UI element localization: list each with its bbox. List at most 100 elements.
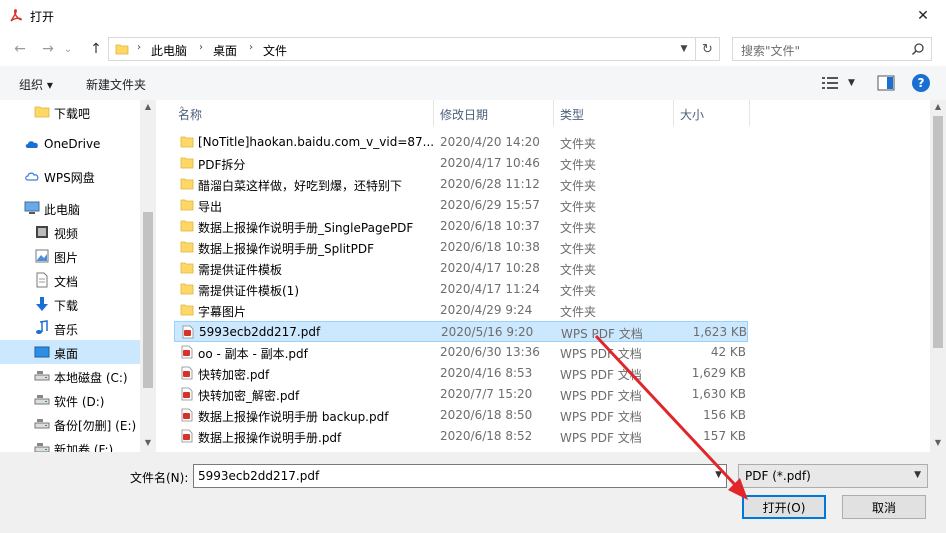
search-icon [911,43,924,56]
filename-value: 5993ecb2dd217.pdf [198,469,320,483]
drive-icon [34,419,50,429]
view-options-icon[interactable] [822,76,838,90]
filename-input[interactable]: 5993ecb2dd217.pdf ▼ [193,464,727,488]
sidebar-item[interactable]: OneDrive [0,132,140,156]
cancel-button[interactable]: 取消 [842,495,926,519]
back-arrow-icon: ← [14,41,26,57]
pdf-file-icon [181,429,193,443]
pdf-file-icon [182,325,194,339]
column-header-date[interactable]: 修改日期 [434,100,554,126]
open-button[interactable]: 打开(O) [742,495,826,519]
cancel-button-label: 取消 [871,500,896,515]
breadcrumb-item[interactable]: 此电脑 [151,42,187,59]
sidebar-item[interactable]: 软件 (D:) [0,388,140,412]
sidebar-item[interactable]: WPS网盘 [0,164,140,188]
file-row[interactable]: 导出 2020/6/29 15:57 文件夹 [174,195,748,216]
folder-icon [115,44,129,55]
folder-icon [180,220,194,232]
preview-pane-icon[interactable] [877,75,895,91]
sidebar-item[interactable]: 下载 [0,292,140,316]
breadcrumb-item[interactable]: 文件 [263,42,287,59]
open-button-label: 打开(O) [762,500,806,515]
search-input[interactable]: 搜索"文件" [732,37,932,61]
pdf-file-icon [181,408,193,422]
sidebar-item[interactable]: 桌面 [0,340,140,364]
navigation-pane-scrollbar[interactable]: ▲ ▼ [140,100,156,452]
file-row[interactable]: 字幕图片 2020/4/29 9:24 文件夹 [174,300,748,321]
column-header-name[interactable]: 名称 ⌃ [172,100,434,126]
file-row[interactable]: 醋溜白菜这样做，好吃到爆，还特别下 2020/6/28 11:12 文件夹 [174,174,748,195]
file-name: 需提供证件模板 [198,263,283,277]
scroll-down-icon[interactable]: ▼ [143,438,153,447]
folder-icon [180,241,194,253]
help-button[interactable]: ? [912,74,930,92]
organize-button[interactable]: 组织 ▾ [19,76,53,93]
forward-button[interactable]: → [36,38,60,60]
file-date: 2020/6/30 13:36 [440,345,540,359]
sidebar-item[interactable]: 下载吧 [0,100,140,124]
file-row[interactable]: 数据上报操作说明手册_SplitPDF 2020/6/18 10:38 文件夹 [174,237,748,258]
file-row[interactable]: 数据上报操作说明手册.pdf 2020/6/18 8:52 WPS PDF 文档 15… [174,426,748,447]
sidebar-item[interactable]: 新加卷 (F:) [0,436,140,452]
refresh-button[interactable]: ↻ [695,38,719,60]
scroll-up-icon[interactable]: ▲ [933,102,943,111]
navigation-pane[interactable]: ▲ ▼ 下载吧 OneDrive WPS网盘此电脑 视频 图片文档下载 音乐桌面本地磁盘 … [0,100,156,452]
sidebar-item[interactable]: 图片 [0,244,140,268]
file-row[interactable]: 数据上报操作说明手册 backup.pdf 2020/6/18 8:50 WPS P… [174,405,748,426]
folder-icon [180,262,194,274]
file-row[interactable]: 快转加密_解密.pdf 2020/7/7 15:20 WPS PDF 文档 1,630… [174,384,748,405]
address-bar[interactable]: › 此电脑 › 桌面 › 文件 ▼ ↻ [108,37,720,61]
file-row[interactable]: PDF拆分 2020/4/17 10:46 文件夹 [174,153,748,174]
scrollbar-thumb[interactable] [143,212,153,388]
file-list-scrollbar[interactable]: ▲ ▼ [930,100,946,452]
pdf-file-icon [181,345,193,359]
sidebar-item[interactable]: 视频 [0,220,140,244]
file-type: 文件夹 [560,305,597,319]
file-row[interactable]: 快转加密.pdf 2020/4/16 8:53 WPS PDF 文档 1,629 KB [174,363,748,384]
filetype-select[interactable]: PDF (*.pdf) ▼ [738,464,928,488]
new-folder-button[interactable]: 新建文件夹 [86,76,146,93]
scrollbar-thumb[interactable] [933,116,943,348]
breadcrumb-item[interactable]: 桌面 [213,42,237,59]
file-row[interactable]: 数据上报操作说明手册_SinglePagePDF 2020/6/18 10:37 文… [174,216,748,237]
file-type: 文件夹 [560,179,597,193]
view-dropdown-icon[interactable]: ▼ [848,78,855,88]
filename-label: 文件名(N): [130,471,189,485]
sidebar-item[interactable]: 音乐 [0,316,140,340]
file-row[interactable]: 5993ecb2dd217.pdf 2020/5/16 9:20 WPS PDF 文… [174,321,748,342]
chevron-down-icon[interactable]: ▼ [715,470,722,480]
sidebar-item[interactable]: 本地磁盘 (C:) [0,364,140,388]
file-date: 2020/4/16 8:53 [440,366,533,380]
file-row[interactable]: [NoTitle]haokan.baidu.com_v_vid=87... 202… [174,132,748,153]
sidebar-item[interactable]: 此电脑 [0,196,140,220]
file-row[interactable]: 需提供证件模板(1) 2020/4/17 11:24 文件夹 [174,279,748,300]
document-icon [36,272,48,288]
scroll-up-icon[interactable]: ▲ [143,102,153,111]
recent-locations-button[interactable]: ⌄ [60,38,76,60]
file-name: 导出 [198,200,223,214]
column-header-label: 大小 [680,108,705,122]
sidebar-item-label: 桌面 [54,347,79,361]
file-list[interactable]: 名称 ⌃ 修改日期 类型 大小 [NoTitle]haokan.baidu.co… [158,100,930,452]
file-row[interactable]: oo - 副本 - 副本.pdf 2020/6/30 13:36 WPS PDF 文… [174,342,748,363]
sidebar-item-label: 文档 [54,275,79,289]
close-button[interactable]: ✕ [900,0,946,32]
sidebar-item[interactable]: 备份[勿删] (E:) [0,412,140,436]
drive-icon [34,371,50,381]
column-header-size[interactable]: 大小 [674,100,750,126]
download-icon [36,297,48,311]
breadcrumb-separator: › [249,42,253,53]
sidebar-item[interactable]: 文档 [0,268,140,292]
column-header-type[interactable]: 类型 [554,100,674,126]
file-date: 2020/4/29 9:24 [440,303,533,317]
sidebar-item-label: WPS网盘 [44,171,95,185]
up-button[interactable]: ↑ [84,38,108,60]
address-history-dropdown[interactable]: ▼ [677,42,691,56]
file-row[interactable]: 需提供证件模板 2020/4/17 10:28 文件夹 [174,258,748,279]
back-button[interactable]: ← [8,38,32,60]
pdf-file-icon [181,366,193,380]
scroll-down-icon[interactable]: ▼ [933,438,943,447]
breadcrumb-separator: › [199,42,203,53]
file-size: 156 KB [703,408,746,422]
help-icon: ? [917,76,925,90]
